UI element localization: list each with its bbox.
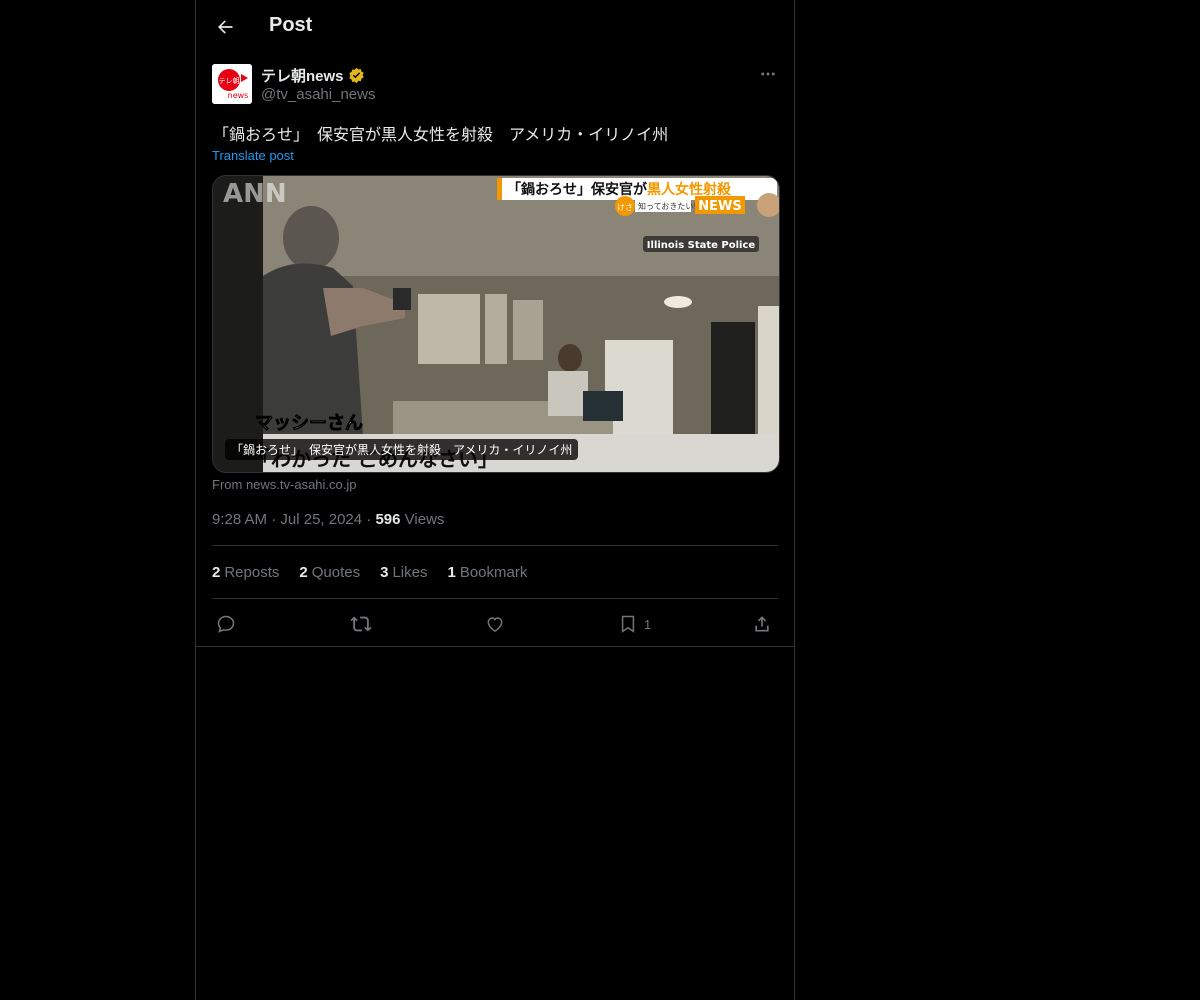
action-bar: 1 [212, 610, 778, 640]
card-title: 「鍋おろせ」 保安官が黒人女性を射殺 アメリカ・イリノイ州 [225, 439, 579, 460]
post-meta: 9:28 AM · Jul 25, 2024 · 596 Views [212, 511, 444, 528]
svg-text:けさ: けさ [617, 203, 633, 212]
top-bar: Post [196, 0, 794, 53]
link-card-media[interactable]: 「鍋おろせ」保安官が黒人女性射殺 けさ 知っておきたい! NEWS Illino… [212, 175, 780, 473]
translate-post-link[interactable]: Translate post [212, 148, 294, 163]
divider [196, 646, 794, 647]
more-dots-icon [761, 72, 775, 76]
share-button[interactable] [752, 610, 772, 638]
bookmark-count: 1 [644, 616, 652, 632]
svg-text:「鍋おろせ」保安官が黒人女性射殺: 「鍋おろせ」保安官が黒人女性射殺 [507, 181, 732, 198]
svg-text:マッシーさん: マッシーさん [255, 413, 363, 434]
verified-badge-icon [348, 67, 364, 84]
repost-icon [350, 616, 372, 632]
card-source-link[interactable]: From news.tv-asahi.co.jp [212, 477, 357, 492]
bookmark-icon [621, 615, 635, 633]
reposts-stat[interactable]: 2 Reposts [212, 564, 279, 581]
reply-button[interactable] [216, 610, 236, 638]
heart-icon [487, 617, 503, 632]
likes-stat[interactable]: 3 Likes [380, 564, 427, 581]
repost-button[interactable] [350, 610, 372, 638]
main-column: Post テレ朝 news テレ朝news @tv_asahi_news 「鍋お… [195, 0, 795, 1000]
bookmark-button[interactable]: 1 [618, 610, 651, 638]
video-thumbnail: 「鍋おろせ」保安官が黒人女性射殺 けさ 知っておきたい! NEWS Illino… [213, 176, 779, 472]
svg-text:news: news [228, 91, 249, 100]
post-text: 「鍋おろせ」 保安官が黒人女性を射殺 アメリカ・イリノイ州 [213, 127, 669, 144]
svg-text:NEWS: NEWS [698, 199, 741, 214]
engagement-stats: 2 Reposts 2 Quotes 3 Likes 1 Bookmark [212, 564, 527, 581]
quotes-stat[interactable]: 2 Quotes [299, 564, 360, 581]
author-name[interactable]: テレ朝news [261, 65, 365, 86]
like-button[interactable] [485, 610, 505, 638]
tv-asahi-logo-icon: テレ朝 news [212, 64, 252, 104]
svg-text:Illinois State Police: Illinois State Police [647, 240, 756, 251]
share-icon [755, 616, 769, 632]
meta-separator: · [271, 511, 281, 528]
views-count: 596 [375, 511, 401, 528]
avatar[interactable]: テレ朝 news [212, 64, 252, 104]
views-label: Views [404, 511, 445, 528]
post-date[interactable]: Jul 25, 2024 [280, 511, 362, 528]
page-title: Post [269, 14, 313, 36]
arrow-left-icon [218, 20, 233, 34]
reply-icon [217, 615, 235, 633]
back-button[interactable] [210, 12, 240, 42]
svg-text:テレ朝: テレ朝 [219, 77, 240, 85]
svg-text:ANN: ANN [223, 179, 287, 209]
bookmarks-stat[interactable]: 1 Bookmark [447, 564, 527, 581]
svg-text:知っておきたい!: 知っておきたい! [638, 201, 697, 211]
post-time[interactable]: 9:28 AM [212, 511, 267, 528]
author-handle[interactable]: @tv_asahi_news [261, 86, 375, 103]
divider [212, 545, 778, 546]
divider [212, 598, 778, 599]
more-options-button[interactable] [758, 64, 778, 84]
